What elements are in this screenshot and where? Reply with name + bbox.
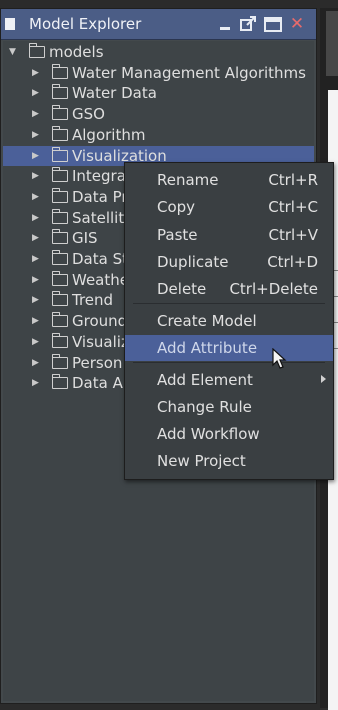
- minimize-icon[interactable]: [216, 15, 234, 33]
- folder-icon: [52, 374, 68, 390]
- menu-item-paste[interactable]: Paste Ctrl+V: [125, 222, 333, 248]
- folder-icon: [52, 105, 68, 121]
- menu-item-label: Add Attribute: [157, 339, 258, 357]
- folder-icon: [52, 63, 68, 79]
- expand-right-icon[interactable]: ▶: [32, 83, 39, 103]
- tree-root-models[interactable]: ▼ models: [3, 42, 314, 62]
- folder-icon: [52, 125, 68, 141]
- tree-item-label: Trend: [72, 291, 114, 310]
- expand-right-icon[interactable]: ▶: [32, 249, 39, 269]
- menu-item-add-element[interactable]: Add Element: [125, 367, 333, 393]
- expand-right-icon[interactable]: ▶: [32, 166, 39, 186]
- menu-item-label: Duplicate: [157, 253, 229, 271]
- menu-separator: [133, 362, 325, 363]
- folder-icon: [52, 291, 68, 307]
- menu-item-label: Add Workflow: [157, 425, 260, 443]
- tree-item-label: Data St: [72, 250, 128, 268]
- folder-icon: [52, 84, 68, 100]
- menu-separator: [133, 303, 325, 304]
- tree-item-label: Integrat: [72, 167, 132, 186]
- tree-item[interactable]: ▶ GSO: [3, 104, 314, 124]
- expand-right-icon[interactable]: ▶: [32, 353, 39, 373]
- maximize-icon[interactable]: [264, 15, 282, 33]
- context-menu: Rename Ctrl+R Copy Ctrl+C Paste Ctrl+V Duplica…: [124, 162, 334, 480]
- menu-item-label: Change Rule: [157, 398, 252, 416]
- menu-item-shortcut: Ctrl+V: [268, 226, 318, 244]
- menu-item-delete[interactable]: Delete Ctrl+Delete: [125, 276, 333, 302]
- folder-icon: [52, 229, 68, 245]
- divider: [334, 296, 338, 297]
- expand-right-icon[interactable]: ▶: [32, 104, 39, 124]
- menu-item-label: Copy: [157, 198, 196, 216]
- tree-item-label: GIS: [72, 229, 98, 248]
- folder-icon: [52, 250, 68, 265]
- menu-item-rename[interactable]: Rename Ctrl+R: [125, 167, 333, 193]
- tree-item[interactable]: ▶ Water Management Algorithms: [3, 63, 314, 83]
- restore-icon[interactable]: [239, 15, 257, 33]
- folder-icon: [52, 353, 68, 369]
- menu-item-shortcut: Ctrl+Delete: [229, 280, 318, 298]
- expand-right-icon[interactable]: ▶: [32, 311, 39, 331]
- folder-icon: [52, 270, 68, 286]
- folder-icon: [52, 187, 68, 203]
- menu-item-new-project[interactable]: New Project: [125, 448, 333, 474]
- expand-right-icon[interactable]: ▶: [32, 125, 39, 145]
- menu-item-label: Add Element: [157, 371, 253, 389]
- folder-icon: [52, 167, 68, 183]
- tree-item-label: Data Ar: [72, 374, 130, 393]
- menu-item-label: Rename: [157, 171, 219, 189]
- tree-item-label: Water Data: [72, 84, 157, 103]
- menu-item-label: New Project: [157, 452, 246, 470]
- folder-icon: [52, 146, 68, 162]
- expand-right-icon[interactable]: ▶: [32, 290, 39, 310]
- menu-item-label: Paste: [157, 226, 198, 244]
- expand-right-icon[interactable]: ▶: [32, 63, 39, 83]
- expand-right-icon[interactable]: ▶: [32, 228, 39, 248]
- menu-item-shortcut: Ctrl+R: [268, 171, 318, 189]
- expand-right-icon[interactable]: ▶: [32, 373, 39, 393]
- window-icon: [5, 18, 15, 30]
- menu-item-add-attribute[interactable]: Add Attribute: [125, 335, 333, 361]
- expand-right-icon[interactable]: ▶: [32, 208, 39, 228]
- expand-right-icon[interactable]: ▶: [32, 270, 39, 290]
- menu-item-add-workflow[interactable]: Add Workflow: [125, 421, 333, 447]
- tree-item[interactable]: ▶ Water Data: [3, 83, 314, 103]
- tree-item-label: GSO: [72, 105, 105, 124]
- menu-item-change-rule[interactable]: Change Rule: [125, 394, 333, 420]
- panel-titlebar[interactable]: Model Explorer ✕: [1, 9, 316, 40]
- tree-item-label: Person: [72, 353, 123, 372]
- menu-item-shortcut: Ctrl+D: [267, 253, 318, 271]
- menu-item-label: Create Model: [157, 312, 257, 330]
- folder-icon: [52, 208, 68, 224]
- tree-item-label: Weathe: [72, 270, 129, 289]
- tree-item-label: models: [49, 43, 104, 61]
- tree-item-label: Data Pr: [72, 187, 128, 206]
- expand-right-icon[interactable]: ▶: [32, 146, 39, 166]
- tree-item[interactable]: ▶ Algorithm: [3, 125, 314, 145]
- tree-item-label: Algorithm: [72, 125, 146, 144]
- divider: [334, 348, 338, 349]
- folder-icon: [52, 312, 68, 328]
- mouse-cursor-icon: [272, 348, 287, 369]
- folder-icon: [52, 332, 68, 348]
- divider: [334, 270, 338, 271]
- expand-right-icon[interactable]: ▶: [32, 332, 39, 352]
- tree-item-label: Visualiz: [72, 332, 129, 351]
- panel-title: Model Explorer: [29, 15, 142, 33]
- close-icon[interactable]: ✕: [288, 15, 306, 33]
- menu-item-copy[interactable]: Copy Ctrl+C: [125, 194, 333, 220]
- divider: [334, 322, 338, 323]
- menu-item-create-model[interactable]: Create Model: [125, 308, 333, 334]
- menu-item-duplicate[interactable]: Duplicate Ctrl+D: [125, 249, 333, 275]
- submenu-arrow-icon: [321, 375, 326, 383]
- editor-tab-strip: [326, 11, 338, 76]
- tree-item-label: Ground: [72, 312, 128, 331]
- tree-item-label: Water Management Algorithms: [72, 63, 306, 82]
- expand-right-icon[interactable]: ▶: [32, 187, 39, 207]
- expand-down-icon[interactable]: ▼: [9, 42, 16, 62]
- menu-item-label: Delete: [157, 280, 207, 298]
- folder-icon: [29, 43, 45, 58]
- menu-item-shortcut: Ctrl+C: [268, 198, 318, 216]
